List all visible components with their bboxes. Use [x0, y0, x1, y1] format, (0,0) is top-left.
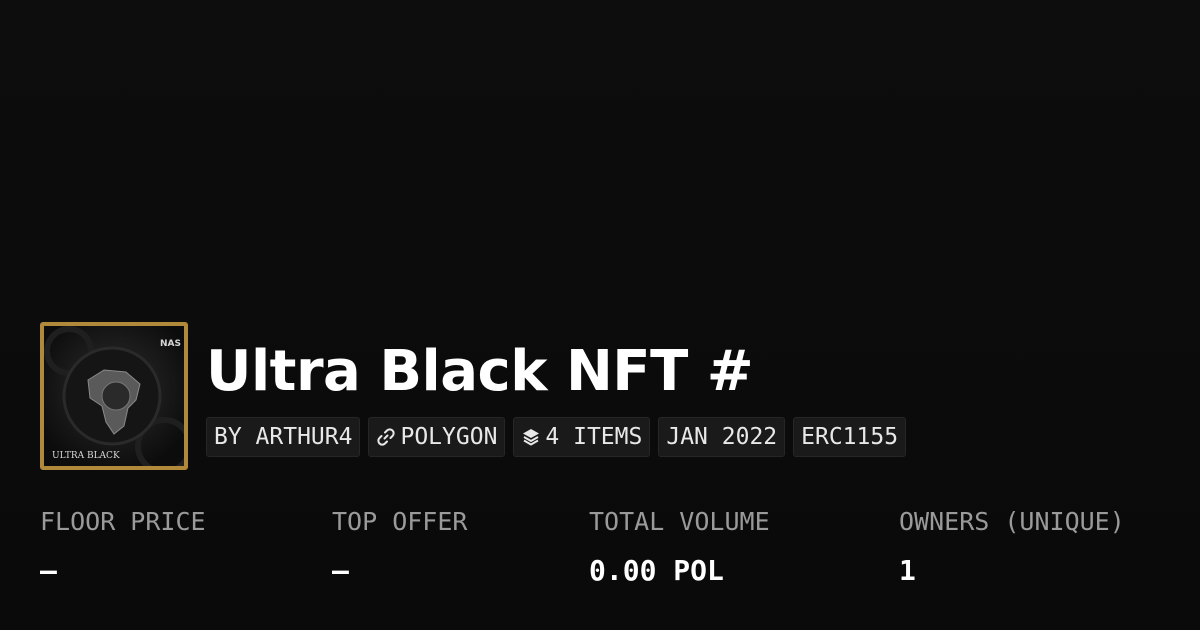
- stat-top-offer: TOP OFFER –: [332, 503, 467, 589]
- collection-thumbnail[interactable]: ULTRA BLACK NAS: [40, 322, 188, 470]
- stat-owners: OWNERS (UNIQUE) 1: [899, 503, 1125, 589]
- stat-owners-value: 1: [899, 554, 916, 587]
- stat-total-volume: TOTAL VOLUME 0.00 POL: [589, 503, 770, 589]
- stat-owners-label: OWNERS (UNIQUE): [899, 507, 1125, 536]
- collection-title: Ultra Black NFT #: [206, 339, 754, 404]
- tag-date[interactable]: JAN 2022: [658, 417, 786, 457]
- stat-floor-price: FLOOR PRICE –: [40, 503, 206, 589]
- stat-top-offer-value: –: [332, 554, 349, 587]
- stat-total-volume-value: 0.00 POL: [589, 554, 724, 587]
- stat-floor-price-label: FLOOR PRICE: [40, 507, 206, 536]
- tag-standard[interactable]: ERC1155: [793, 417, 907, 457]
- tag-date-label: JAN 2022: [666, 424, 778, 450]
- thumbnail-logo: NAS: [160, 339, 181, 349]
- chain-link-icon: [376, 427, 396, 447]
- collection-header: ULTRA BLACK NAS Ultra Black NFT # BY ART…: [40, 322, 907, 470]
- stat-top-offer-label: TOP OFFER: [332, 507, 468, 536]
- tag-items-label: 4 ITEMS: [545, 424, 643, 450]
- ultra-black-artwork: ULTRA BLACK NAS: [44, 326, 184, 466]
- tag-creator[interactable]: BY ARTHUR4: [206, 417, 361, 457]
- page-background: ULTRA BLACK NAS Ultra Black NFT # BY ART…: [0, 0, 1200, 630]
- tag-chain-label: POLYGON: [400, 424, 498, 450]
- tag-standard-label: ERC1155: [801, 424, 899, 450]
- stat-floor-price-value: –: [40, 554, 57, 587]
- stack-layers-icon: [521, 427, 541, 447]
- thumbnail-caption: ULTRA BLACK: [52, 451, 120, 461]
- tag-items[interactable]: 4 ITEMS: [513, 417, 651, 457]
- collection-tags: BY ARTHUR4 POLYGON 4 ITEMS JAN 2022 ERC1…: [206, 417, 907, 457]
- stat-total-volume-label: TOTAL VOLUME: [589, 507, 770, 536]
- tag-chain[interactable]: POLYGON: [368, 417, 506, 457]
- tag-creator-label: BY ARTHUR4: [214, 424, 353, 450]
- title-block: Ultra Black NFT # BY ARTHUR4 POLYGON 4 I…: [206, 322, 907, 457]
